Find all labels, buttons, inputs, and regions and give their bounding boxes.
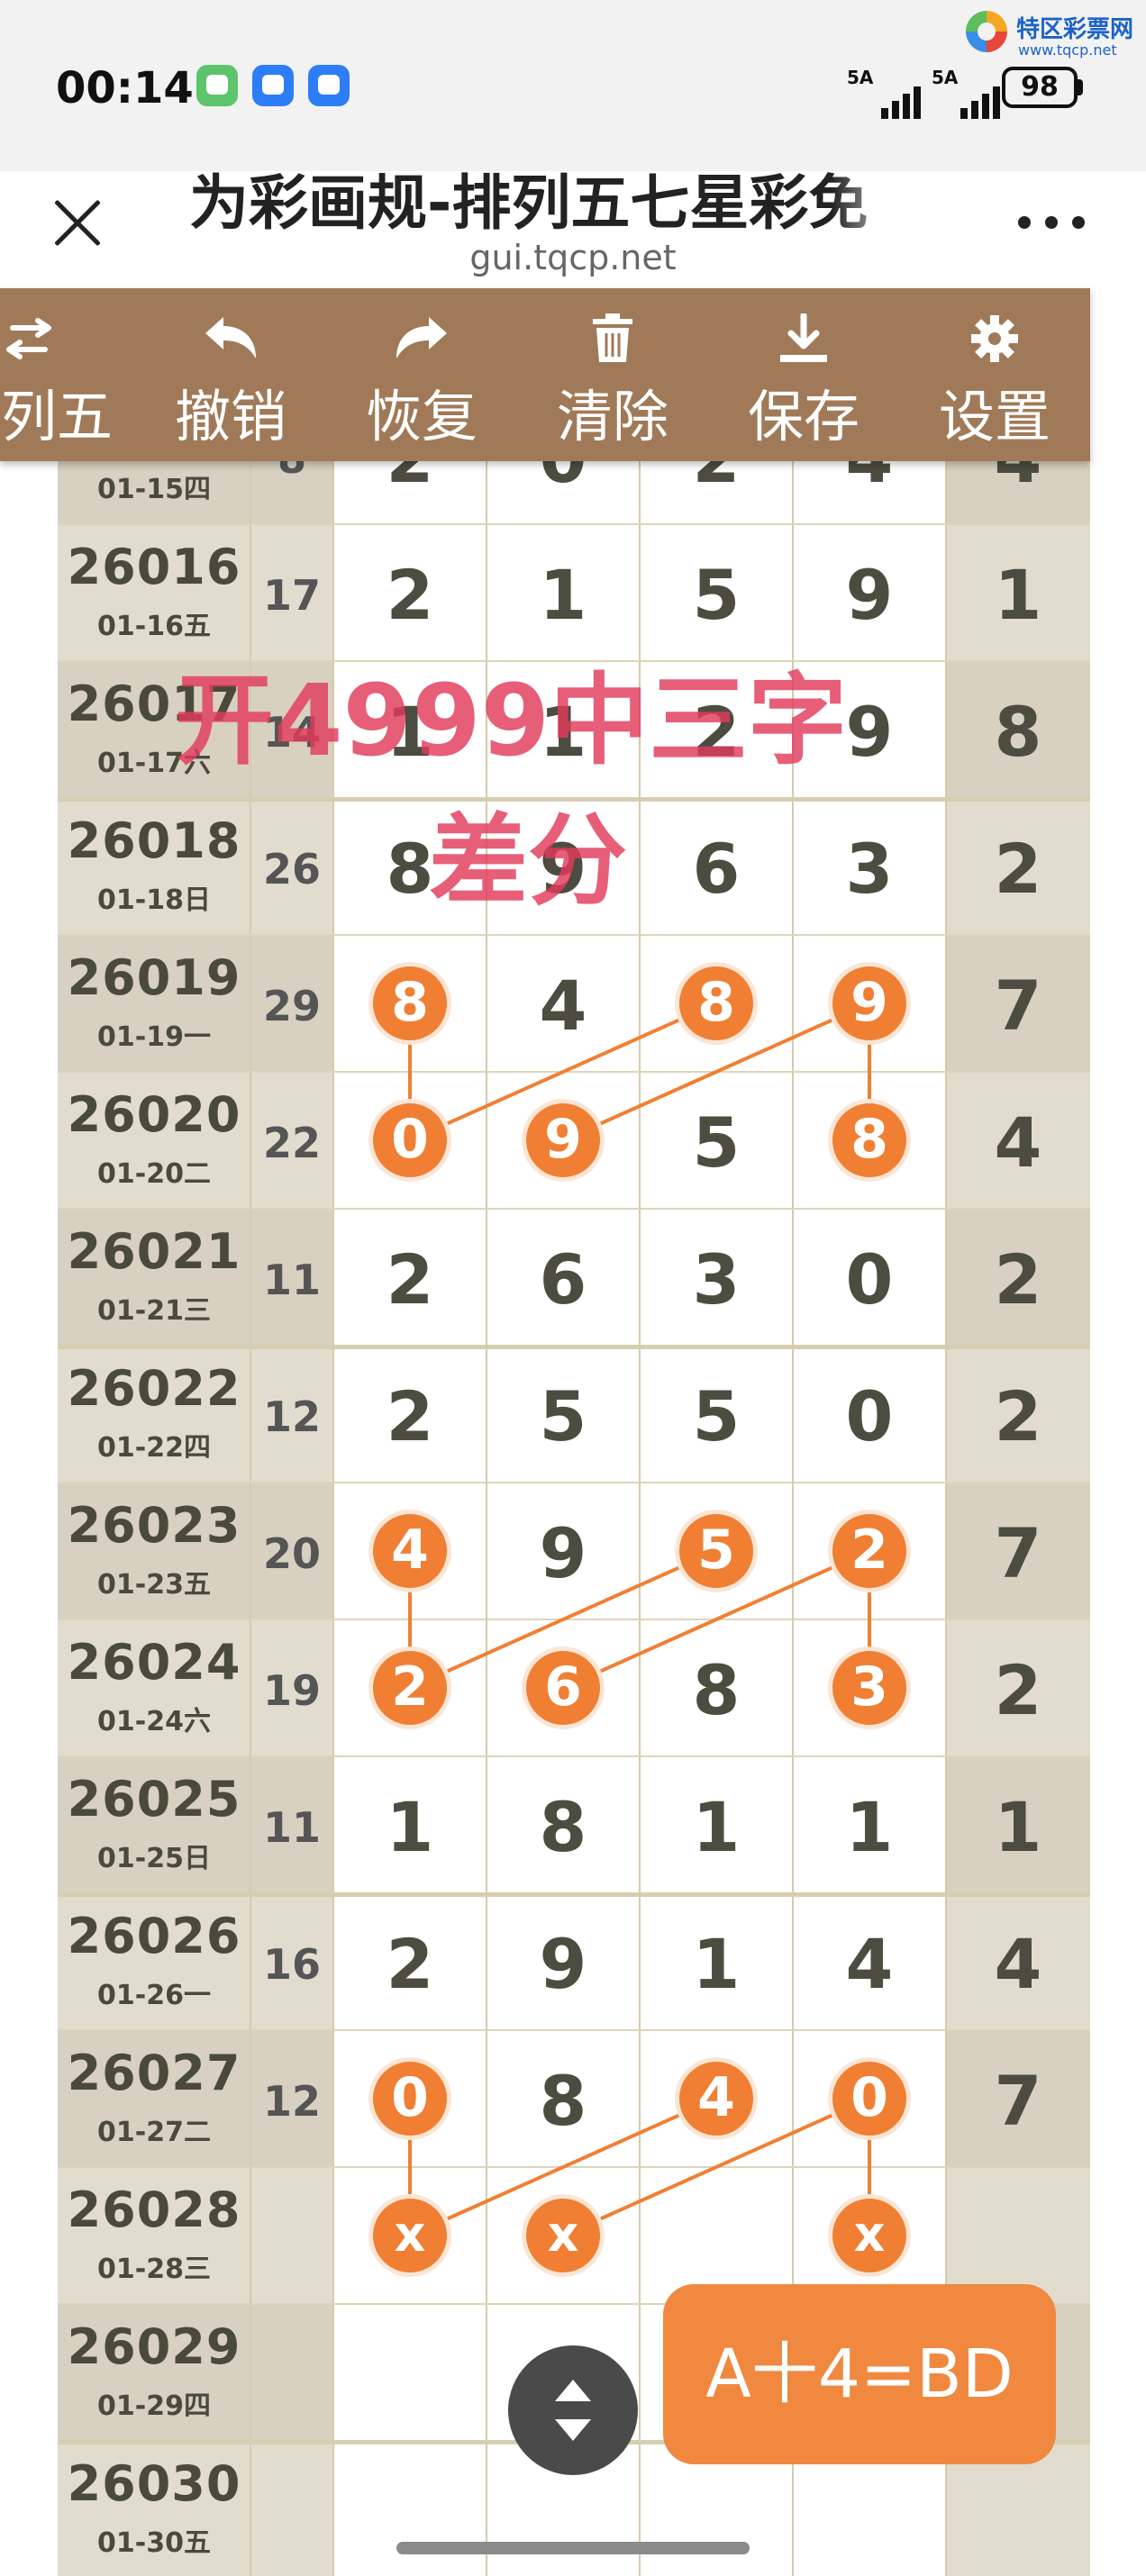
up-down-arrow-icon <box>555 2380 591 2441</box>
trash-icon <box>593 313 632 362</box>
toolbar: 排列五 撤销 恢复 清除 保存 <box>0 288 1090 461</box>
highlighted-digit[interactable]: 0 <box>368 2057 451 2140</box>
highlighted-digit[interactable]: 8 <box>368 962 451 1045</box>
highlighted-digit[interactable]: 3 <box>828 1646 911 1729</box>
highlighted-digit[interactable]: x <box>828 2194 911 2277</box>
watermark-url: www.tqcp.net <box>1018 41 1117 59</box>
highlighted-digit[interactable]: 9 <box>828 962 911 1045</box>
message-app-icon <box>252 65 294 106</box>
tab-pailiewu[interactable]: 排列五 <box>0 288 119 461</box>
highlighted-digit[interactable]: 2 <box>368 1646 451 1729</box>
highlighted-digit[interactable]: 5 <box>675 1510 758 1592</box>
annotation-line2: 差分 <box>429 803 627 919</box>
page-title: 为彩画规-排列五七星彩免 <box>189 168 869 238</box>
tab-pailiewu-label: 排列五 <box>0 384 113 449</box>
download-icon <box>780 313 827 362</box>
watermark-logo: 特区彩票网 www.tqcp.net <box>964 7 1141 59</box>
save-button[interactable]: 保存 <box>714 288 894 461</box>
trend-chart-grid[interactable]: 2601501-15四8202442601601-16五172159126017… <box>58 450 1090 2576</box>
more-options-icon[interactable] <box>1016 209 1088 236</box>
gear-icon <box>971 315 1018 362</box>
home-indicator[interactable] <box>396 2542 750 2554</box>
clear-button-label: 清除 <box>556 384 668 449</box>
swap-icon <box>6 318 51 359</box>
highlighted-digit[interactable]: 0 <box>828 2057 911 2140</box>
redo-icon <box>396 317 447 358</box>
status-clock: 00:14 <box>56 63 194 113</box>
highlighted-digit[interactable]: x <box>522 2194 605 2277</box>
page-url: gui.tqcp.net <box>469 238 677 277</box>
redo-button[interactable]: 恢复 <box>332 288 512 461</box>
highlighted-digit[interactable]: 0 <box>368 1099 451 1182</box>
highlighted-digit[interactable]: 6 <box>522 1646 605 1729</box>
highlighted-digit[interactable]: x <box>368 2194 451 2277</box>
watermark-title: 特区彩票网 <box>1016 16 1134 43</box>
highlighted-digit[interactable]: 4 <box>368 1510 451 1592</box>
settings-button[interactable]: 设置 <box>905 288 1085 461</box>
watermark-logo-icon <box>966 11 1007 52</box>
battery-level: 98 <box>1021 71 1059 103</box>
annotation-line1: 开4999中三字 <box>175 663 848 778</box>
highlighted-digit[interactable]: 9 <box>522 1099 605 1182</box>
scroll-toggle-button[interactable] <box>508 2345 638 2475</box>
highlighted-digit[interactable]: 4 <box>675 2057 758 2140</box>
redo-button-label: 恢复 <box>365 384 478 449</box>
highlighted-digit[interactable]: 8 <box>675 962 758 1045</box>
undo-button[interactable]: 撤销 <box>141 288 321 461</box>
undo-button-label: 撤销 <box>174 384 286 449</box>
highlighted-digit[interactable]: 2 <box>828 1510 911 1592</box>
highlighted-digit[interactable]: 8 <box>828 1099 911 1182</box>
battery-icon: 98 <box>1002 67 1078 108</box>
notification-app-icon <box>196 65 238 106</box>
undo-icon <box>205 317 256 358</box>
settings-button-label: 设置 <box>938 384 1050 449</box>
account-app-icon <box>308 65 350 106</box>
formula-button[interactable]: A十4=BD <box>663 2284 1056 2464</box>
save-button-label: 保存 <box>747 384 860 449</box>
clear-button[interactable]: 清除 <box>523 288 703 461</box>
status-bar: 00:14 5A 5A 98 特区彩票网 www.tqcp.net <box>0 0 1146 171</box>
